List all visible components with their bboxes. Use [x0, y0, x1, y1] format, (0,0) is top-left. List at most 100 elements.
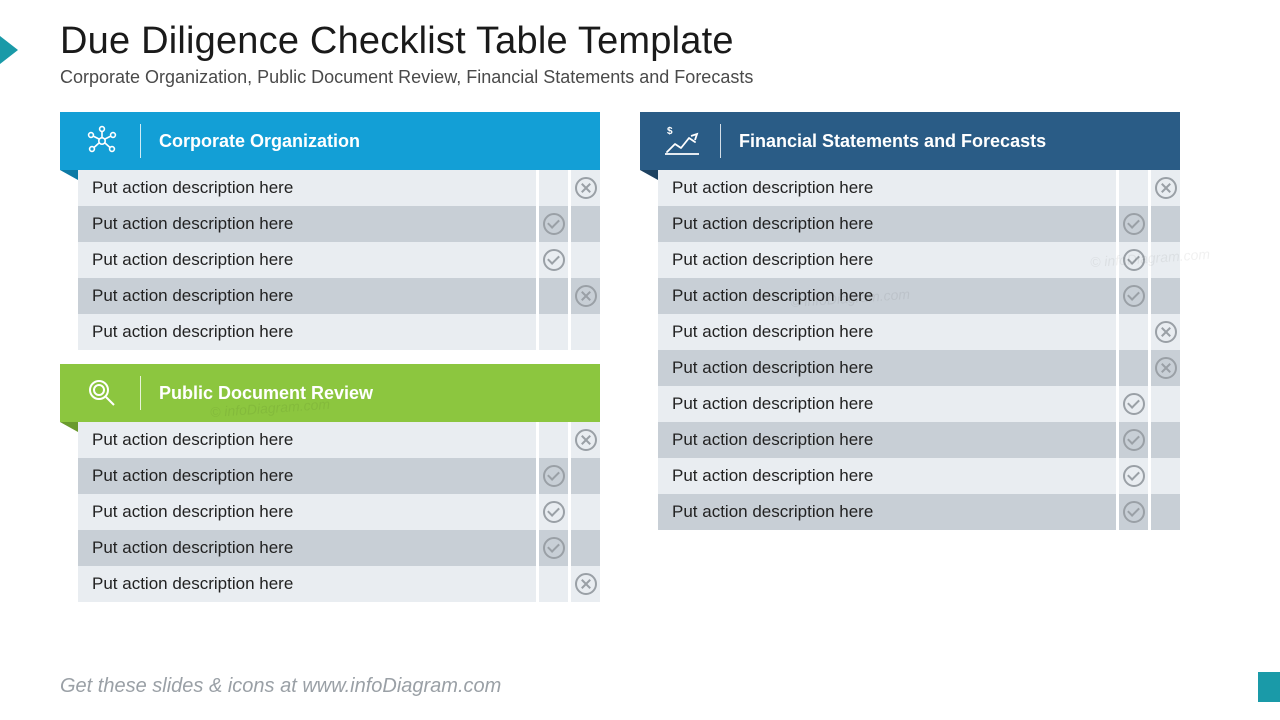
check-cell [536, 278, 568, 314]
accent-tab-left [0, 36, 18, 64]
row-label: Put action description here [658, 430, 1116, 450]
cross-cell [568, 530, 600, 566]
rows-public: Put action description here Put action de… [78, 422, 600, 602]
accent-tab-right [1258, 672, 1280, 702]
row-label: Put action description here [78, 502, 536, 522]
cross-cell [1148, 386, 1180, 422]
table-row: Put action description here [658, 314, 1180, 350]
section-title-public: Public Document Review [159, 383, 373, 404]
check-icon [543, 501, 565, 523]
check-icon [543, 213, 565, 235]
section-header-financial: $ Financial Statements and Forecasts [640, 112, 1180, 170]
footer-text: Get these slides & icons at www.infoDiag… [60, 675, 501, 698]
row-label: Put action description here [658, 178, 1116, 198]
check-cell [1116, 206, 1148, 242]
cross-icon [1155, 321, 1177, 343]
check-cell [1116, 278, 1148, 314]
content-columns: Corporate Organization Put action descri… [60, 112, 1220, 616]
check-icon [1123, 501, 1145, 523]
table-row: Put action description here [78, 458, 600, 494]
check-icon [543, 465, 565, 487]
check-icon [543, 537, 565, 559]
check-icon [1123, 393, 1145, 415]
page-title: Due Diligence Checklist Table Template [60, 20, 1220, 63]
table-row: Put action description here [78, 314, 600, 350]
section-title-financial: Financial Statements and Forecasts [739, 131, 1046, 152]
header-separator [140, 376, 141, 410]
table-row: Put action description here [658, 350, 1180, 386]
row-label: Put action description here [78, 286, 536, 306]
left-column: Corporate Organization Put action descri… [60, 112, 600, 616]
check-cell [1116, 458, 1148, 494]
row-label: Put action description here [78, 214, 536, 234]
row-label: Put action description here [78, 178, 536, 198]
table-row: Put action description here [78, 206, 600, 242]
check-cell [1116, 314, 1148, 350]
ribbon-notch [640, 170, 658, 180]
ribbon-notch [60, 170, 78, 180]
cross-cell [1148, 458, 1180, 494]
check-cell [1116, 242, 1148, 278]
chart-growth-icon: $ [662, 124, 702, 158]
cross-icon [575, 429, 597, 451]
section-header-corporate: Corporate Organization [60, 112, 600, 170]
check-cell [536, 566, 568, 602]
svg-text:$: $ [667, 126, 673, 137]
section-public: Public Document Review Put action descri… [60, 364, 600, 602]
table-row: Put action description here [658, 494, 1180, 530]
cross-cell [1148, 242, 1180, 278]
magnifier-icon [82, 376, 122, 410]
right-column: $ Financial Statements and Forecasts Put… [640, 112, 1180, 616]
header-separator [140, 124, 141, 158]
check-cell [1116, 422, 1148, 458]
cross-cell [568, 170, 600, 206]
cross-cell [1148, 170, 1180, 206]
ribbon-notch [60, 422, 78, 432]
section-header-public: Public Document Review [60, 364, 600, 422]
section-corporate: Corporate Organization Put action descri… [60, 112, 600, 350]
row-label: Put action description here [658, 286, 1116, 306]
row-label: Put action description here [658, 466, 1116, 486]
table-row: Put action description here [78, 494, 600, 530]
row-label: Put action description here [658, 358, 1116, 378]
row-label: Put action description here [658, 502, 1116, 522]
row-label: Put action description here [658, 214, 1116, 234]
table-row: Put action description here [78, 278, 600, 314]
network-icon [82, 123, 122, 159]
check-icon [1123, 213, 1145, 235]
check-cell [536, 170, 568, 206]
cross-cell [568, 278, 600, 314]
table-row: Put action description here [658, 422, 1180, 458]
cross-icon [575, 573, 597, 595]
check-icon [543, 249, 565, 271]
row-label: Put action description here [78, 466, 536, 486]
check-cell [536, 494, 568, 530]
cross-cell [568, 242, 600, 278]
cross-icon [1155, 357, 1177, 379]
cross-cell [568, 566, 600, 602]
rows-corporate: Put action description here Put action de… [78, 170, 600, 350]
header-separator [720, 124, 721, 158]
section-financial: $ Financial Statements and Forecasts Put… [640, 112, 1180, 530]
cross-cell [1148, 350, 1180, 386]
check-cell [536, 422, 568, 458]
rows-financial: Put action description here Put action de… [658, 170, 1180, 530]
table-row: Put action description here [658, 278, 1180, 314]
row-label: Put action description here [658, 394, 1116, 414]
row-label: Put action description here [78, 430, 536, 450]
check-icon [1123, 465, 1145, 487]
cross-cell [568, 206, 600, 242]
row-label: Put action description here [78, 574, 536, 594]
check-cell [1116, 350, 1148, 386]
table-row: Put action description here [78, 566, 600, 602]
check-cell [1116, 170, 1148, 206]
row-label: Put action description here [658, 322, 1116, 342]
cross-icon [1155, 177, 1177, 199]
check-icon [1123, 249, 1145, 271]
row-label: Put action description here [658, 250, 1116, 270]
row-label: Put action description here [78, 250, 536, 270]
table-row: Put action description here [658, 386, 1180, 422]
check-cell [536, 242, 568, 278]
cross-cell [1148, 206, 1180, 242]
table-row: Put action description here [78, 170, 600, 206]
